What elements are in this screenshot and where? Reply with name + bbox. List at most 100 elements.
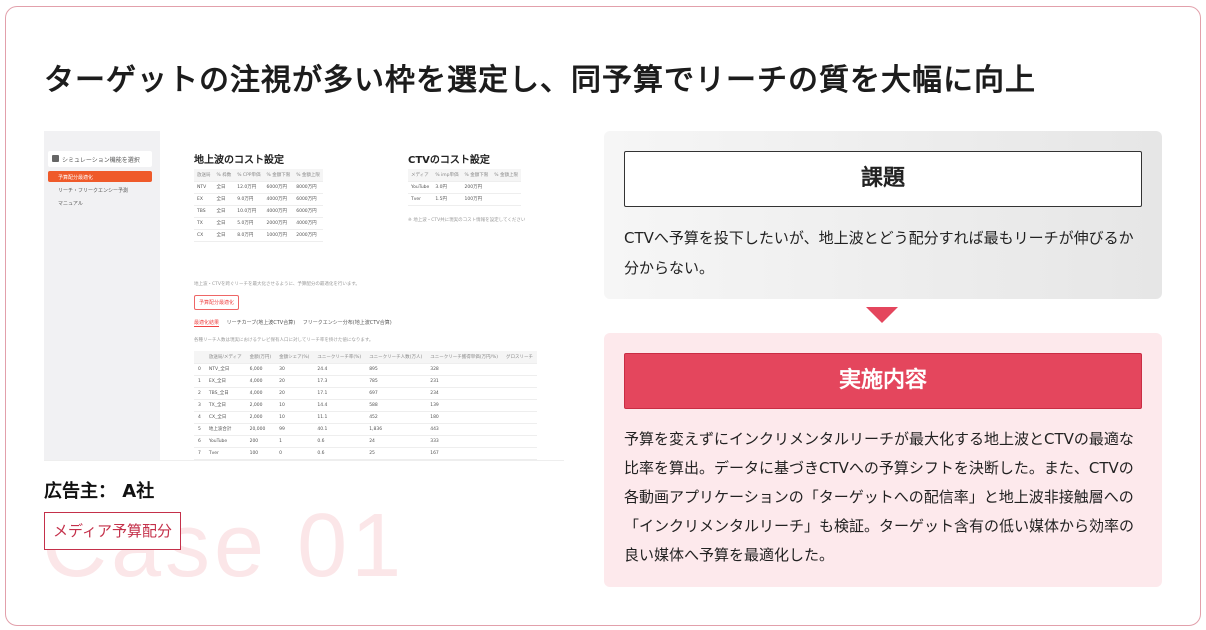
table-cell: 4,000	[245, 387, 276, 400]
table-cell: 4000万円	[293, 217, 323, 230]
table-cell: 443	[426, 423, 503, 436]
table-cell: 2,000	[245, 411, 276, 424]
table-cell: 全日	[213, 193, 235, 206]
table-cell: 588	[365, 399, 427, 412]
table-header-cell: % 金額上限	[293, 169, 323, 182]
table-cell: TX_全日	[204, 399, 246, 412]
tool-screenshot: シミュレーション機能を選択 予算配分最適化 リーチ・フリークエンシー予測 マニュ…	[44, 131, 564, 461]
table-cell: 6,000	[245, 363, 276, 376]
ctv-cost-title: CTVのコスト設定	[408, 155, 490, 166]
table-cell	[502, 399, 538, 412]
ctv-cost-table: メディア% imp単価% 金額下限% 金額上限 YouTube 3.0円 200万円 T…	[408, 169, 521, 206]
table-cell: 4000万円	[263, 205, 294, 218]
table-cell: 100万円	[461, 193, 492, 206]
table-header-cell: 金額(万円)	[245, 351, 276, 364]
table-cell: 180	[426, 411, 503, 424]
table-header-row: メディア% imp単価% 金額下限% 金額上限	[408, 169, 521, 182]
table-row: TX 全日 5.0万円 2000万円 4000万円	[194, 217, 323, 230]
table-cell: EX_全日	[204, 375, 246, 388]
issue-text: CTVへ予算を投下したいが、地上波とどう配分すれば最もリーチが伸びるか分からない…	[624, 229, 1134, 277]
table-cell: 25	[365, 447, 427, 460]
sidebar-item-manual[interactable]: マニュアル	[48, 197, 152, 208]
table-row: 5 地上波合計 20,000 99 40.1 1,836 443	[194, 423, 538, 436]
table-cell: YouTube	[408, 181, 433, 194]
table-cell: 8.0万円	[234, 229, 264, 242]
action-heading: 実施内容	[624, 353, 1142, 409]
table-cell: 139	[426, 399, 503, 412]
table-cell: 5	[194, 423, 205, 436]
result-table: 放送局/メディア 金額(万円) 金額シェア(%) ユニークリーチ率(%) ユニークリーチ…	[194, 351, 538, 460]
table-cell: 4	[194, 411, 205, 424]
table-cell: 10	[275, 411, 314, 424]
table-header-row: 放送局% 枠数% CPP単価% 金額下限% 金額上限	[194, 169, 323, 182]
table-cell: 8000万円	[293, 181, 323, 194]
table-cell: NTV_全日	[204, 363, 246, 376]
table-cell	[502, 411, 538, 424]
down-arrow-icon	[866, 307, 898, 323]
table-header-cell: 放送局	[194, 169, 214, 182]
table-row: TBS 全日 10.0万円 4000万円 6000万円	[194, 205, 323, 218]
case-card: Case 01 ターゲットの注視が多い枠を選定し、同予算でリーチの質を大幅に向上…	[5, 6, 1201, 626]
table-cell: 1	[194, 375, 205, 388]
table-cell: 1.5円	[432, 193, 462, 206]
table-row: EX 全日 9.0万円 4000万円 6000万円	[194, 193, 323, 206]
table-cell: 6	[194, 435, 205, 448]
action-text: 予算を変えずにインクリメンタルリーチが最大化する地上波とCTVの最適な比率を算出…	[624, 430, 1135, 564]
screenshot-main: 地上波のコスト設定 放送局% 枠数% CPP単価% 金額下限% 金額上限 NTV 全…	[190, 131, 564, 460]
tab-frequency-distribution[interactable]: フリークエンシー分布(地上波CTV合算)	[303, 320, 392, 326]
table-cell: 2000万円	[263, 217, 294, 230]
page-title: ターゲットの注視が多い枠を選定し、同予算でリーチの質を大幅に向上	[44, 63, 1036, 98]
table-header-cell: ユニークリーチ率(%)	[313, 351, 366, 364]
table-cell: 99	[275, 423, 314, 436]
table-cell: 全日	[213, 217, 235, 230]
table-header-cell: % 金額上限	[491, 169, 521, 182]
sidebar-item-budget-optimization[interactable]: 予算配分最適化	[48, 171, 152, 182]
table-cell: 10	[275, 399, 314, 412]
table-cell: 452	[365, 411, 427, 424]
table-cell: EX	[194, 193, 214, 206]
table-cell: 0	[194, 363, 205, 376]
table-cell: 11.1	[313, 411, 366, 424]
table-cell	[502, 447, 538, 460]
table-cell	[491, 181, 521, 194]
table-cell: 1	[275, 435, 314, 448]
table-cell: 200万円	[461, 181, 492, 194]
table-cell	[502, 375, 538, 388]
table-cell: 234	[426, 387, 503, 400]
table-cell: 地上波合計	[204, 423, 246, 436]
table-cell: 0.6	[313, 447, 366, 460]
table-cell: 6000万円	[293, 193, 323, 206]
monitor-icon	[52, 155, 59, 162]
table-cell: Tver	[408, 193, 433, 206]
table-cell: 24.4	[313, 363, 366, 376]
table-row: 2 TBS_全日 4,000 20 17.1 697 234	[194, 387, 538, 400]
terrestrial-cost-table: 放送局% 枠数% CPP単価% 金額下限% 金額上限 NTV 全日 12.0万円 600…	[194, 169, 323, 242]
table-cell: 333	[426, 435, 503, 448]
table-cell: 200	[245, 435, 276, 448]
table-cell: 0.6	[313, 435, 366, 448]
sidebar-item-reach-forecast[interactable]: リーチ・フリークエンシー予測	[48, 184, 152, 195]
table-header-row: 放送局/メディア 金額(万円) 金額シェア(%) ユニークリーチ率(%) ユニークリーチ…	[194, 351, 538, 364]
table-cell: 3	[194, 399, 205, 412]
table-cell: 全日	[213, 205, 235, 218]
table-row: 3 TX_全日 2,000 10 14.4 588 139	[194, 399, 538, 412]
sidebar-header: シミュレーション機能を選択	[48, 151, 152, 167]
terrestrial-cost-title: 地上波のコスト設定	[194, 155, 284, 166]
table-cell: 697	[365, 387, 427, 400]
table-cell: 40.1	[313, 423, 366, 436]
table-cell: 1,836	[365, 423, 427, 436]
table-cell: 2,000	[245, 399, 276, 412]
table-cell: 全日	[213, 229, 235, 242]
table-row: 4 CX_全日 2,000 10 11.1 452 180	[194, 411, 538, 424]
table-header-cell: ユニークリーチ獲得単価(万円/%)	[426, 351, 503, 364]
tab-optimization-result[interactable]: 最適化結果	[194, 320, 220, 327]
table-header-cell	[194, 351, 205, 364]
table-cell	[502, 363, 538, 376]
optimize-button[interactable]: 予算配分最適化	[194, 295, 240, 310]
table-header-cell: 金額シェア(%)	[275, 351, 314, 364]
table-cell: 14.4	[313, 399, 366, 412]
table-cell: 20	[275, 375, 314, 388]
table-cell: 30	[275, 363, 314, 376]
table-cell: 895	[365, 363, 427, 376]
tab-reach-curve[interactable]: リーチカーブ(地上波CTV合算)	[227, 320, 296, 326]
